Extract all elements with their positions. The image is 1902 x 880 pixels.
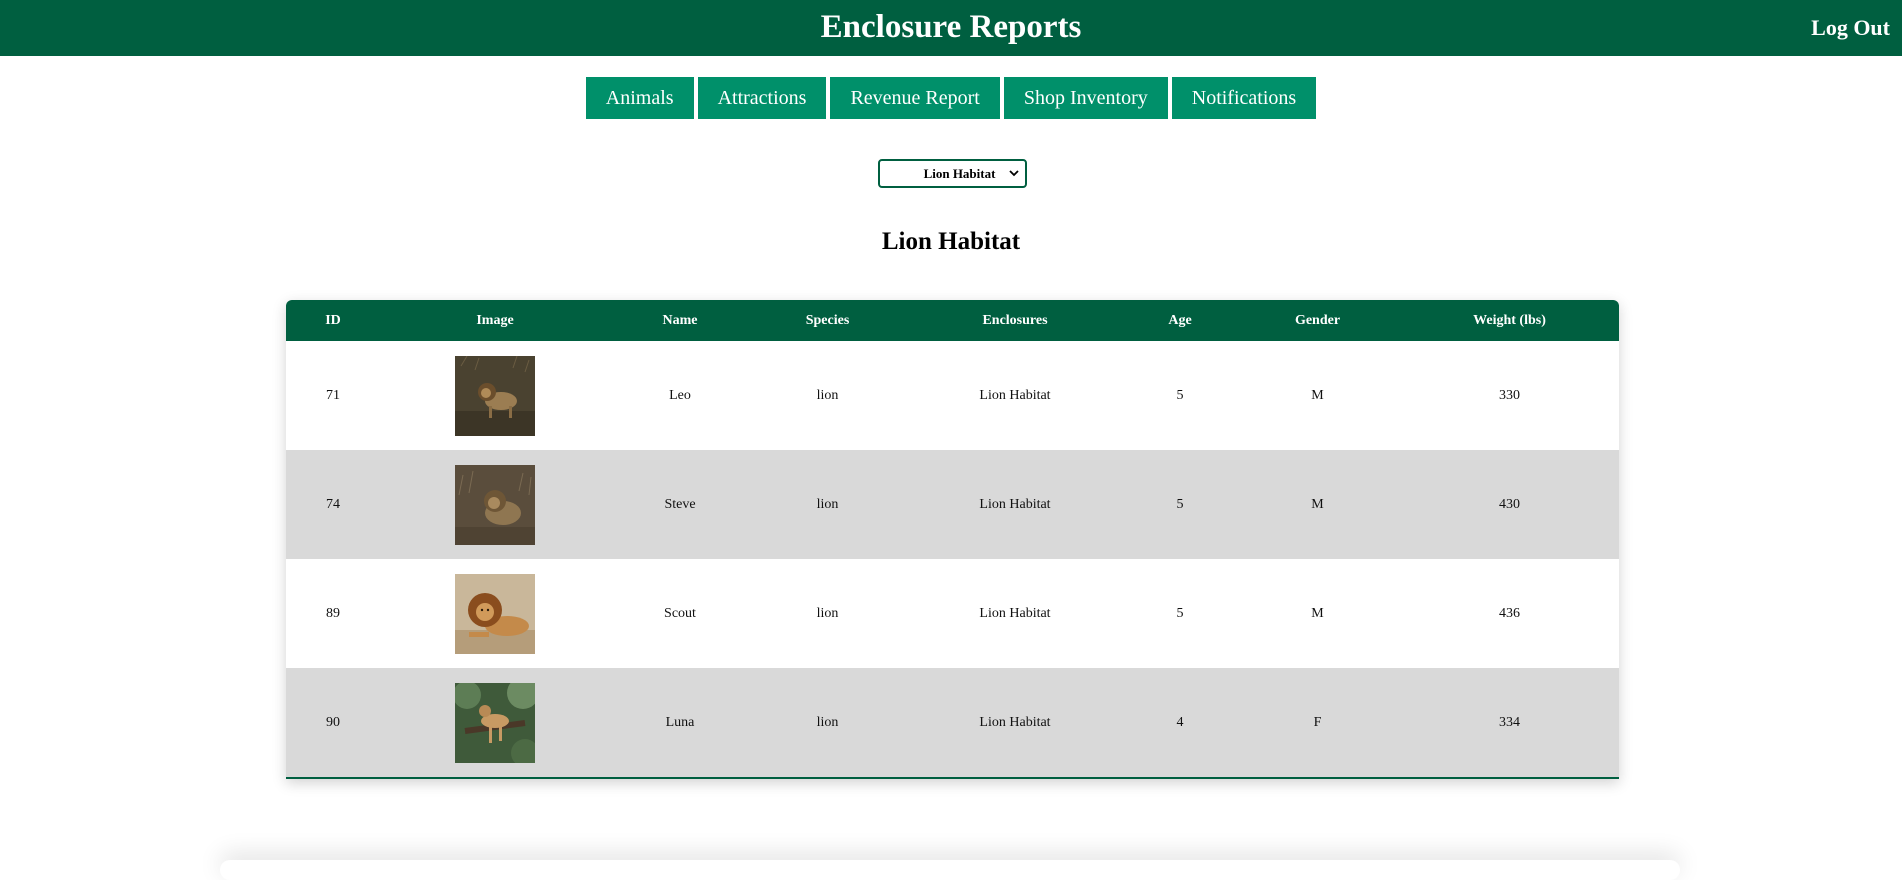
chevron-down-icon	[1009, 170, 1019, 177]
cell-image	[380, 341, 610, 450]
cell-name: Luna	[665, 714, 695, 730]
nav-notifications-button[interactable]: Notifications	[1171, 77, 1317, 119]
nav-revenue-report-button[interactable]: Revenue Report	[830, 77, 1000, 119]
cell-gender: M	[1311, 387, 1324, 403]
cell-enclosure: Lion Habitat	[979, 714, 1051, 730]
table-header-row: ID Image Name Species Enclosures Age Gen…	[286, 300, 1619, 341]
nav-shop-inventory-button[interactable]: Shop Inventory	[1003, 77, 1168, 119]
table-row: 90 Luna lion Lion Habitat 4 F 334	[286, 668, 1619, 777]
cell-enclosure: Lion Habitat	[979, 605, 1051, 621]
enclosure-select-value: Lion Habitat	[923, 165, 996, 181]
cell-image	[380, 559, 610, 668]
nav-animals-button[interactable]: Animals	[585, 77, 694, 119]
lion-photo	[455, 355, 535, 436]
cell-name: Scout	[664, 605, 696, 621]
column-header-species: Species	[805, 312, 850, 328]
cell-species: lion	[816, 605, 839, 621]
column-header-age: Age	[1168, 312, 1192, 328]
cell-age: 5	[1176, 387, 1184, 403]
lion-photo	[455, 573, 535, 654]
column-header-id: ID	[325, 312, 341, 328]
cell-gender: M	[1311, 605, 1324, 621]
column-header-enclosures: Enclosures	[982, 312, 1048, 328]
cell-species: lion	[816, 496, 839, 512]
logout-button[interactable]: Log Out	[1811, 14, 1890, 42]
cell-enclosure: Lion Habitat	[979, 496, 1051, 512]
cell-species: lion	[816, 714, 839, 730]
column-header-image: Image	[476, 312, 514, 328]
column-header-weight: Weight (lbs)	[1473, 312, 1546, 328]
cell-id: 90	[326, 714, 340, 730]
cell-age: 5	[1176, 496, 1184, 512]
cell-age: 4	[1176, 714, 1184, 730]
cell-image	[380, 450, 610, 559]
cell-age: 5	[1176, 605, 1184, 621]
cell-weight: 436	[1499, 605, 1520, 621]
nav-attractions-button[interactable]: Attractions	[697, 77, 827, 119]
cell-enclosure: Lion Habitat	[979, 387, 1051, 403]
page-title: Enclosure Reports	[820, 9, 1082, 45]
cell-image	[380, 668, 610, 777]
cell-name: Steve	[664, 496, 696, 512]
enclosure-heading: Lion Habitat	[881, 228, 1021, 255]
table-row: 74 Steve lion Lion Habitat 5 M 430	[286, 450, 1619, 559]
enclosure-select[interactable]: Lion Habitat	[878, 159, 1027, 188]
table-row: 71 Leo lion Lion Habitat 5 M 330	[286, 341, 1619, 450]
cell-gender: M	[1311, 496, 1324, 512]
cell-id: 89	[326, 605, 340, 621]
app-header: Enclosure Reports Log Out	[0, 0, 1902, 56]
cell-id: 71	[326, 387, 340, 403]
column-header-name: Name	[662, 312, 698, 328]
cell-gender: F	[1313, 714, 1322, 730]
lion-photo	[455, 682, 535, 763]
cell-weight: 334	[1499, 714, 1520, 730]
column-header-gender: Gender	[1294, 312, 1341, 328]
footer-panel-edge	[220, 860, 1680, 880]
cell-weight: 330	[1499, 387, 1520, 403]
table-row: 89 Scout lion Lion Habitat 5 M 436	[286, 559, 1619, 668]
cell-name: Leo	[669, 387, 691, 403]
cell-species: lion	[816, 387, 839, 403]
cell-id: 74	[326, 496, 340, 512]
cell-weight: 430	[1499, 496, 1520, 512]
animals-table: ID Image Name Species Enclosures Age Gen…	[286, 300, 1619, 779]
main-nav: Animals Attractions Revenue Report Shop …	[0, 77, 1902, 119]
lion-photo	[455, 464, 535, 545]
